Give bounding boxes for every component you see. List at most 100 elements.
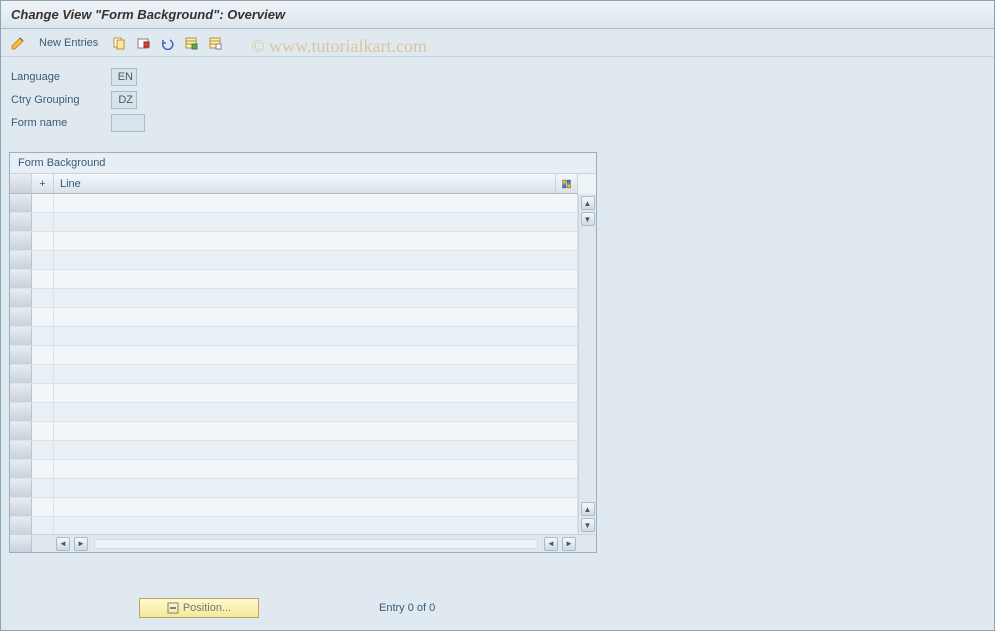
cell-plus[interactable] bbox=[32, 289, 54, 307]
row-selector[interactable] bbox=[10, 384, 32, 402]
col-header-plus[interactable]: + bbox=[32, 174, 54, 193]
language-field[interactable] bbox=[111, 68, 137, 86]
undo-icon[interactable] bbox=[158, 34, 176, 52]
cell-line[interactable] bbox=[54, 498, 578, 516]
row-selector[interactable] bbox=[10, 289, 32, 307]
table-row[interactable] bbox=[10, 441, 578, 460]
select-all-icon[interactable] bbox=[182, 34, 200, 52]
table-config-button[interactable] bbox=[556, 174, 578, 193]
deselect-all-icon[interactable] bbox=[206, 34, 224, 52]
cell-plus[interactable] bbox=[32, 384, 54, 402]
vertical-scrollbar[interactable]: ▲ ▼ ▲ ▼ bbox=[578, 194, 596, 534]
row-selector[interactable] bbox=[10, 365, 32, 383]
scroll-down2-icon[interactable]: ▼ bbox=[581, 518, 595, 532]
scroll-left-icon[interactable]: ◄ bbox=[56, 537, 70, 551]
col-header-select[interactable] bbox=[10, 174, 32, 193]
cell-plus[interactable] bbox=[32, 308, 54, 326]
col-header-line[interactable]: Line bbox=[54, 174, 556, 193]
cell-line[interactable] bbox=[54, 251, 578, 269]
scroll-up-icon[interactable]: ▲ bbox=[581, 196, 595, 210]
table-row[interactable] bbox=[10, 498, 578, 517]
table-row[interactable] bbox=[10, 232, 578, 251]
table-row[interactable] bbox=[10, 251, 578, 270]
cell-line[interactable] bbox=[54, 213, 578, 231]
table-row[interactable] bbox=[10, 365, 578, 384]
form-name-field[interactable] bbox=[111, 114, 145, 132]
cell-plus[interactable] bbox=[32, 213, 54, 231]
cell-line[interactable] bbox=[54, 460, 578, 478]
cell-line[interactable] bbox=[54, 194, 578, 212]
cell-line[interactable] bbox=[54, 327, 578, 345]
hscroll-track[interactable] bbox=[94, 539, 538, 549]
row-selector[interactable] bbox=[10, 517, 32, 534]
table-row[interactable] bbox=[10, 517, 578, 534]
row-selector[interactable] bbox=[10, 194, 32, 212]
row-selector[interactable] bbox=[10, 479, 32, 497]
table-row[interactable] bbox=[10, 403, 578, 422]
cell-plus[interactable] bbox=[32, 194, 54, 212]
cell-line[interactable] bbox=[54, 479, 578, 497]
cell-plus[interactable] bbox=[32, 346, 54, 364]
table-row[interactable] bbox=[10, 384, 578, 403]
cell-plus[interactable] bbox=[32, 441, 54, 459]
table-row[interactable] bbox=[10, 460, 578, 479]
cell-plus[interactable] bbox=[32, 498, 54, 516]
row-selector[interactable] bbox=[10, 441, 32, 459]
cell-line[interactable] bbox=[54, 346, 578, 364]
change-icon[interactable] bbox=[9, 34, 27, 52]
scroll-left2-icon[interactable]: ◄ bbox=[544, 537, 558, 551]
scroll-right-icon[interactable]: ► bbox=[74, 537, 88, 551]
cell-line[interactable] bbox=[54, 384, 578, 402]
table-row[interactable] bbox=[10, 194, 578, 213]
table-row[interactable] bbox=[10, 327, 578, 346]
cell-line[interactable] bbox=[54, 308, 578, 326]
row-selector[interactable] bbox=[10, 422, 32, 440]
table-row[interactable] bbox=[10, 479, 578, 498]
cell-line[interactable] bbox=[54, 422, 578, 440]
cell-plus[interactable] bbox=[32, 460, 54, 478]
table-row[interactable] bbox=[10, 289, 578, 308]
ctry-grouping-field[interactable] bbox=[111, 91, 137, 109]
row-selector[interactable] bbox=[10, 460, 32, 478]
cell-plus[interactable] bbox=[32, 232, 54, 250]
row-selector[interactable] bbox=[10, 403, 32, 421]
copy-icon[interactable] bbox=[110, 34, 128, 52]
row-selector[interactable] bbox=[10, 346, 32, 364]
position-button[interactable]: Position... bbox=[139, 598, 259, 618]
delete-icon[interactable] bbox=[134, 34, 152, 52]
cell-line[interactable] bbox=[54, 289, 578, 307]
row-selector[interactable] bbox=[10, 327, 32, 345]
row-selector[interactable] bbox=[10, 308, 32, 326]
cell-plus[interactable] bbox=[32, 327, 54, 345]
row-selector[interactable] bbox=[10, 213, 32, 231]
cell-line[interactable] bbox=[54, 441, 578, 459]
table-row[interactable] bbox=[10, 308, 578, 327]
cell-plus[interactable] bbox=[32, 403, 54, 421]
cell-plus[interactable] bbox=[32, 365, 54, 383]
cell-plus[interactable] bbox=[32, 517, 54, 534]
table-row[interactable] bbox=[10, 422, 578, 441]
form-background-table: Form Background + Line ▲ ▼ ▲ ▼ bbox=[9, 152, 597, 553]
cell-plus[interactable] bbox=[32, 251, 54, 269]
table-row[interactable] bbox=[10, 270, 578, 289]
row-selector[interactable] bbox=[10, 498, 32, 516]
table-title: Form Background bbox=[10, 153, 596, 174]
horizontal-scrollbar[interactable]: ◄ ► ◄ ► bbox=[10, 534, 596, 552]
cell-line[interactable] bbox=[54, 232, 578, 250]
scroll-right2-icon[interactable]: ► bbox=[562, 537, 576, 551]
cell-plus[interactable] bbox=[32, 422, 54, 440]
cell-line[interactable] bbox=[54, 365, 578, 383]
cell-line[interactable] bbox=[54, 403, 578, 421]
row-selector[interactable] bbox=[10, 232, 32, 250]
scroll-down-icon[interactable]: ▼ bbox=[581, 212, 595, 226]
new-entries-button[interactable]: New Entries bbox=[33, 37, 104, 49]
table-row[interactable] bbox=[10, 213, 578, 232]
cell-line[interactable] bbox=[54, 517, 578, 534]
row-selector[interactable] bbox=[10, 251, 32, 269]
scroll-up2-icon[interactable]: ▲ bbox=[581, 502, 595, 516]
cell-plus[interactable] bbox=[32, 479, 54, 497]
table-row[interactable] bbox=[10, 346, 578, 365]
cell-line[interactable] bbox=[54, 270, 578, 288]
cell-plus[interactable] bbox=[32, 270, 54, 288]
row-selector[interactable] bbox=[10, 270, 32, 288]
